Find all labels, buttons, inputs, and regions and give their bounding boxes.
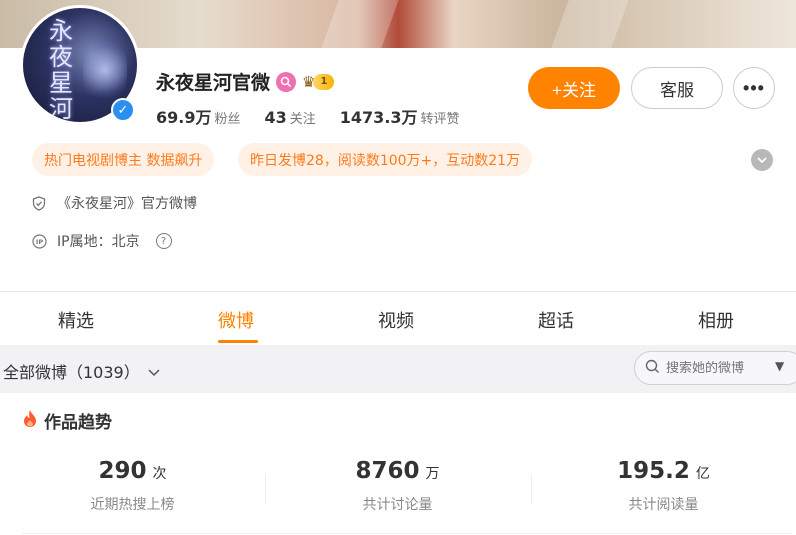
- all-weibo-dropdown[interactable]: 全部微博（1039）: [3, 359, 160, 383]
- super-topic-badge-icon[interactable]: [276, 71, 297, 92]
- avatar-calligraphy: 永 夜 星 河: [49, 18, 79, 122]
- metric-value: 290: [98, 458, 147, 484]
- avatar-char: 夜: [49, 43, 73, 71]
- ip-location-line: IP IP属地：北京 ?: [31, 231, 172, 251]
- more-options-button[interactable]: •••: [733, 67, 775, 109]
- metric-reads: 195.2 亿 共计阅读量: [531, 458, 796, 514]
- trends-title: 作品趋势: [44, 413, 112, 433]
- fire-icon: [22, 409, 38, 433]
- avatar-char: 星: [49, 69, 73, 97]
- chevron-down-icon[interactable]: [751, 149, 773, 171]
- stat-label: 关注: [289, 112, 316, 127]
- metric-label: 共计阅读量: [628, 497, 699, 513]
- tab-super-topic[interactable]: 超话: [538, 307, 574, 333]
- metric-unit: 次: [152, 466, 167, 482]
- stat-number: 69.9万: [156, 108, 212, 127]
- activity-tag[interactable]: 昨日发博28，阅读数100万+，互动数21万: [238, 143, 533, 176]
- hot-blogger-tag[interactable]: 热门电视剧博主 数据飙升: [32, 143, 215, 176]
- metric-value: 195.2: [617, 458, 690, 484]
- name-row: 永夜星河官微 ♛ 1: [156, 68, 335, 95]
- ip-icon: IP: [31, 233, 47, 249]
- stat-label: 转评赞: [420, 112, 460, 127]
- followers-stat[interactable]: 69.9万 粉丝: [156, 104, 241, 128]
- shield-icon: [31, 195, 47, 211]
- bottom-divider: [22, 533, 792, 534]
- filter-label-text: 全部微博（1039）: [3, 363, 140, 382]
- banner-fold: [321, 0, 399, 48]
- caret-down-icon[interactable]: ▼: [775, 359, 784, 373]
- metric-unit: 亿: [695, 466, 710, 482]
- stat-number: 1473.3万: [339, 108, 418, 127]
- avatar-char: 河: [49, 95, 73, 123]
- search-box[interactable]: [634, 351, 796, 385]
- vip-level: 1: [313, 73, 335, 90]
- search-input[interactable]: [666, 360, 766, 376]
- metric-label: 近期热搜上榜: [90, 497, 175, 513]
- trends-heading: 作品趋势: [22, 408, 112, 433]
- ip-location-text: IP属地：北京: [57, 234, 140, 250]
- help-icon[interactable]: ?: [155, 233, 172, 249]
- tab-bar: 精选 微博 视频 超话 相册: [0, 292, 796, 344]
- metric-hot-search: 290 次 近期热搜上榜: [0, 458, 265, 514]
- avatar-glow: [83, 38, 127, 102]
- customer-service-button[interactable]: 客服: [631, 67, 723, 109]
- stat-number: 43: [264, 108, 287, 127]
- chevron-down-icon: [148, 362, 160, 381]
- metric-unit: 万: [425, 466, 440, 482]
- tab-video[interactable]: 视频: [378, 307, 414, 333]
- description-text: 《永夜星河》官方微博: [57, 196, 197, 212]
- tab-album[interactable]: 相册: [698, 307, 734, 333]
- svg-text:IP: IP: [35, 238, 42, 246]
- following-stat[interactable]: 43 关注: [265, 108, 316, 127]
- tab-weibo[interactable]: 微博: [218, 307, 254, 333]
- metric-value: 8760: [355, 458, 420, 484]
- search-icon: [645, 359, 660, 378]
- banner-fold: [551, 0, 629, 48]
- tab-featured[interactable]: 精选: [58, 307, 94, 333]
- filter-bar: 全部微博（1039） ▼: [0, 345, 796, 393]
- verified-badge-icon: ✓: [111, 98, 135, 122]
- metric-discussion: 8760 万 共计讨论量: [265, 458, 530, 514]
- stats-row: 69.9万 粉丝 43 关注 1473.3万 转评赞: [156, 104, 460, 128]
- engagement-stat: 1473.3万 转评赞: [340, 104, 460, 128]
- active-tab-indicator: [218, 340, 258, 343]
- avatar-char: 永: [49, 17, 73, 45]
- follow-button[interactable]: +关注: [528, 67, 620, 109]
- stat-label: 粉丝: [214, 112, 241, 127]
- vip-badge[interactable]: ♛ 1: [302, 73, 335, 91]
- profile-name: 永夜星河官微: [156, 72, 271, 94]
- metric-label: 共计讨论量: [362, 497, 433, 513]
- description-line: 《永夜星河》官方微博: [31, 193, 197, 213]
